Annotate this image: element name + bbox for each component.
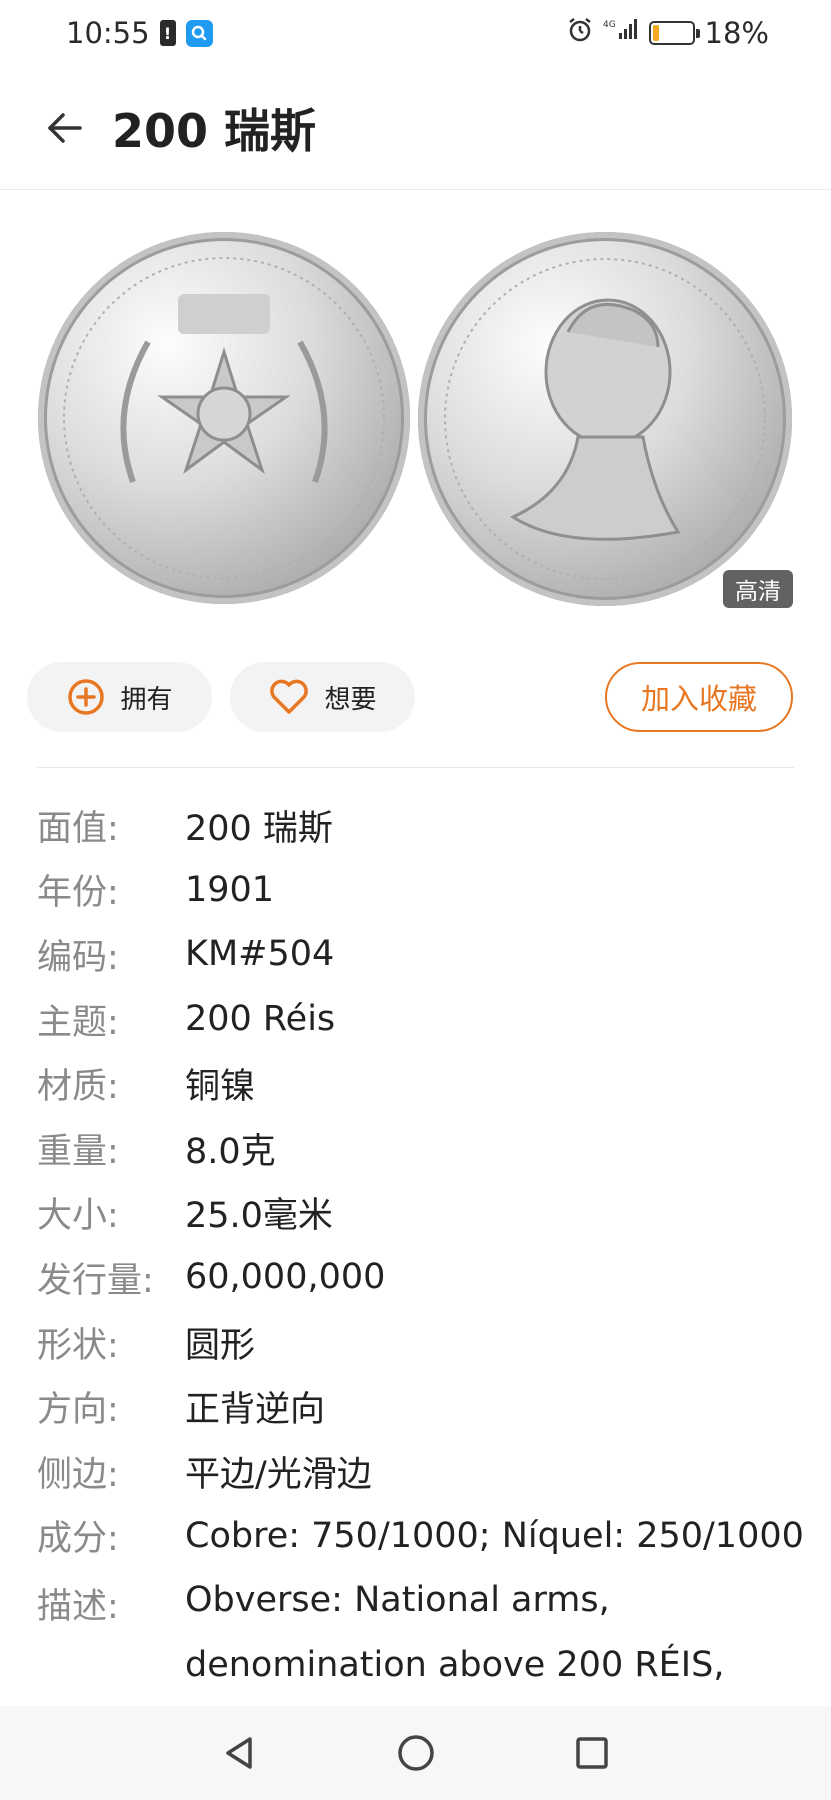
detail-label: 年份: [37, 873, 119, 914]
square-recent-icon [575, 1737, 608, 1769]
status-time: 10:55 [66, 16, 150, 50]
detail-row-description: 描述: Obverse: National arms, denomination… [37, 1568, 817, 1697]
detail-value: Cobre: 750/1000; Níquel: 250/1000 [185, 1515, 804, 1556]
detail-row-edge: 侧边: 平边/光滑边 [37, 1439, 817, 1504]
heart-icon [270, 679, 309, 714]
detail-row-mintage: 发行量: 60,000,000 [37, 1245, 817, 1310]
detail-value: 圆形 [185, 1325, 256, 1366]
detail-value: 正背逆向 [185, 1390, 326, 1431]
coin-obverse-art [63, 257, 385, 579]
page-title: 200 瑞斯 [112, 103, 317, 158]
detail-row-size: 大小: 25.0毫米 [37, 1181, 817, 1246]
detail-row-year: 年份: 1901 [37, 858, 817, 923]
coin-obverse-image[interactable] [38, 232, 410, 604]
battery-percent: 18% [704, 16, 769, 50]
battery-icon [648, 21, 700, 45]
detail-label: 编码: [37, 937, 119, 978]
detail-row-subject: 主题: 200 Réis [37, 987, 817, 1052]
status-right: 4G 18% [567, 16, 769, 50]
hd-badge[interactable]: 高清 [723, 570, 793, 608]
app-bar: 200 瑞斯 [0, 66, 831, 190]
coin-reverse-image[interactable] [418, 232, 792, 606]
system-nav-bar [0, 1706, 831, 1800]
detail-value: KM#504 [185, 934, 335, 975]
coin-reverse-art [444, 258, 766, 580]
detail-value: 200 瑞斯 [185, 808, 333, 849]
detail-row-composition: 成分: Cobre: 750/1000; Níquel: 250/1000 [37, 1504, 817, 1569]
detail-label: 面值: [37, 808, 119, 849]
notification-alert-icon: ! [159, 20, 176, 46]
detail-label: 重量: [37, 1131, 119, 1172]
detail-label: 描述: [37, 1587, 119, 1628]
action-row: 拥有 想要 加入收藏 [0, 662, 831, 732]
add-to-collection-button[interactable]: 加入收藏 [605, 662, 793, 732]
own-label: 拥有 [120, 684, 173, 715]
network-type-label: 4G [603, 20, 616, 30]
circle-home-icon [397, 1735, 434, 1771]
alarm-icon [567, 16, 593, 50]
triangle-back-icon [225, 1737, 252, 1769]
arrow-left-icon [48, 112, 82, 143]
detail-row-code: 编码: KM#504 [37, 922, 817, 987]
own-button[interactable]: 拥有 [27, 662, 212, 732]
description-text: Obverse: National arms, denomination abo… [185, 1580, 725, 1685]
detail-value: 平边/光滑边 [185, 1454, 372, 1495]
divider [37, 767, 794, 768]
want-label: 想要 [324, 684, 377, 715]
detail-row-denomination: 面值: 200 瑞斯 [37, 793, 817, 858]
detail-value: 25.0毫米 [185, 1196, 333, 1237]
want-button[interactable]: 想要 [230, 662, 415, 732]
coin-image-gallery[interactable]: 高清 [0, 190, 831, 630]
detail-label: 方向: [37, 1390, 119, 1431]
detail-label: 主题: [37, 1002, 119, 1043]
coin-details: 面值: 200 瑞斯 年份: 1901 编码: KM#504 主题: 200 R… [37, 793, 817, 1697]
detail-label: 发行量: [37, 1260, 154, 1301]
detail-value: 200 Réis [185, 999, 336, 1040]
plus-circle-icon [68, 679, 105, 715]
detail-label: 侧边: [37, 1454, 119, 1495]
detail-value: 8.0克 [185, 1131, 276, 1172]
nav-recent-button[interactable] [567, 1728, 617, 1778]
detail-value: 铜镍 [185, 1067, 256, 1108]
detail-value: 1901 [185, 869, 275, 910]
signal-icon: 4G [603, 16, 639, 50]
battery-fill [652, 25, 660, 41]
detail-row-material: 材质: 铜镍 [37, 1051, 817, 1116]
detail-label: 成分: [37, 1519, 119, 1560]
status-left: 10:55 ! [66, 16, 213, 50]
nav-home-button[interactable] [391, 1728, 441, 1778]
back-button[interactable] [32, 96, 96, 160]
detail-label: 材质: [37, 1067, 119, 1108]
detail-label: 形状: [37, 1325, 119, 1366]
nav-back-button[interactable] [215, 1728, 265, 1778]
detail-row-weight: 重量: 8.0克 [37, 1116, 817, 1181]
detail-label: 大小: [37, 1196, 119, 1237]
status-bar: 10:55 ! 4G 18% [0, 0, 831, 66]
browser-app-icon [185, 19, 213, 47]
detail-row-orientation: 方向: 正背逆向 [37, 1374, 817, 1439]
detail-value: 60,000,000 [185, 1257, 386, 1298]
detail-row-shape: 形状: 圆形 [37, 1310, 817, 1375]
